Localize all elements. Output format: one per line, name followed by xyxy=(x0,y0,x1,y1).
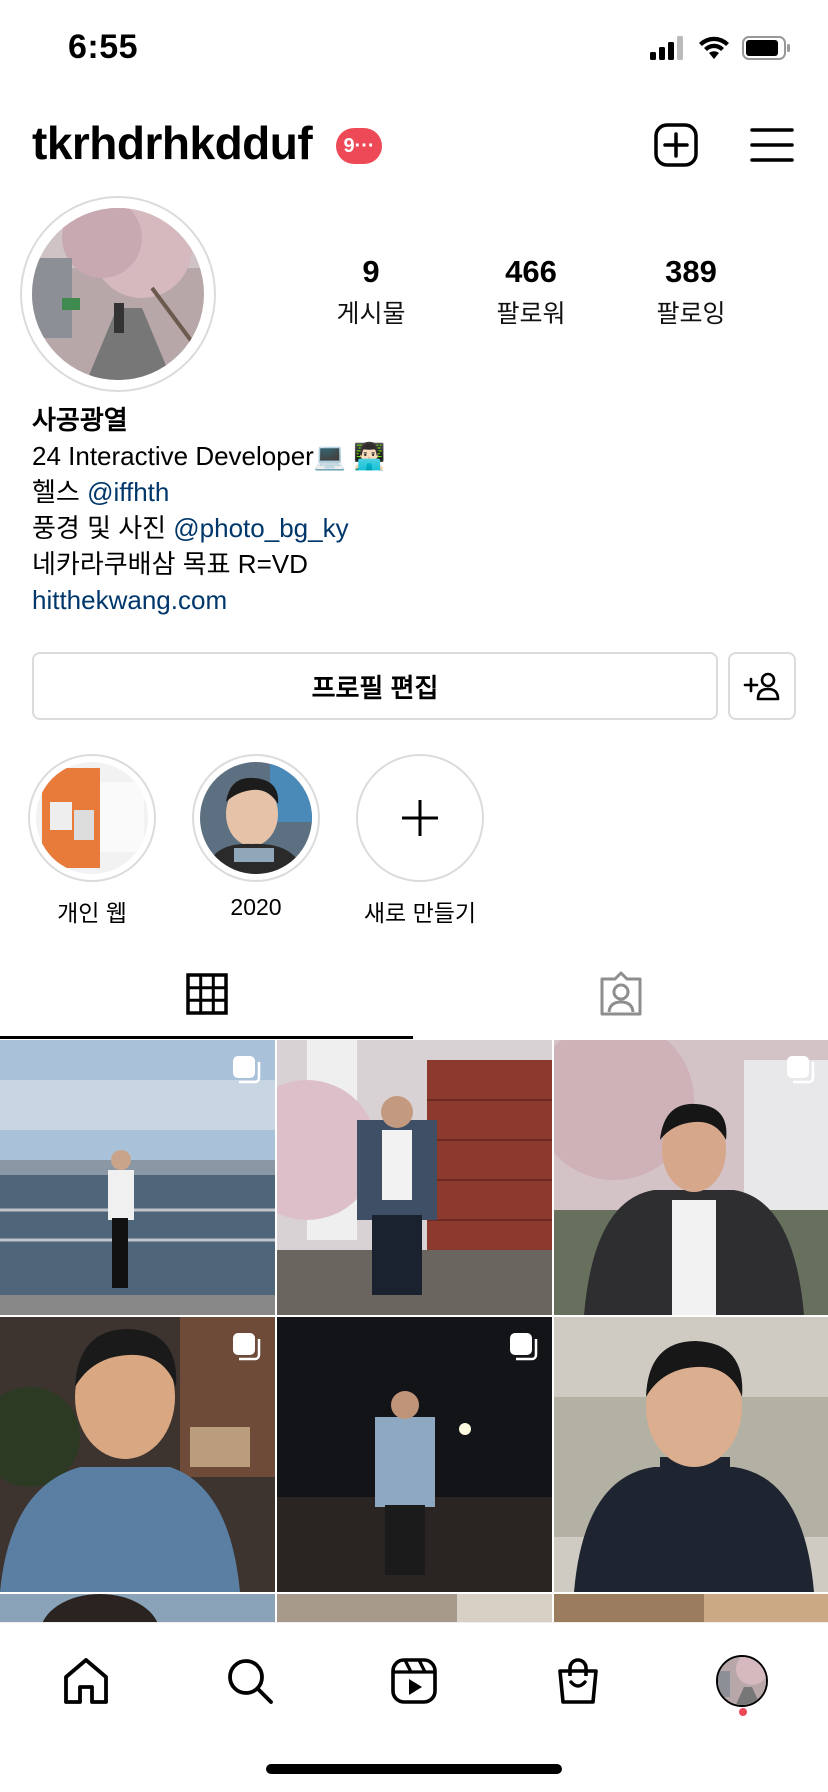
home-icon xyxy=(64,1658,108,1704)
profile-avatar[interactable] xyxy=(20,196,216,392)
post-thumbnail[interactable] xyxy=(0,1317,275,1592)
grid-icon xyxy=(186,973,228,1015)
discover-people-button[interactable] xyxy=(728,652,796,720)
tagged-icon xyxy=(600,971,642,1016)
followers-count: 466 xyxy=(505,254,557,289)
add-post-icon xyxy=(654,123,698,167)
posts-grid xyxy=(0,1040,828,1622)
stat-posts[interactable]: 9 게시물 xyxy=(306,254,436,330)
mention-link-photo[interactable]: @photo_bg_ky xyxy=(173,513,348,543)
nav-reels[interactable] xyxy=(382,1649,446,1713)
active-tab-indicator xyxy=(0,1036,413,1039)
avatar-photo xyxy=(32,208,204,380)
add-user-icon xyxy=(743,672,780,701)
nav-shop[interactable] xyxy=(546,1649,610,1713)
status-time: 6:55 xyxy=(68,28,139,66)
display-name: 사공광열 xyxy=(32,405,128,435)
highlight-new[interactable]: 새로 만들기 xyxy=(355,754,485,928)
highlight-ring xyxy=(28,754,156,882)
profile-tabs xyxy=(0,950,828,1040)
profile-header: tkrhdrhkdduf 9··· xyxy=(0,112,828,182)
edit-profile-button[interactable]: 프로필 편집 xyxy=(32,652,718,720)
highlight-label: 2020 xyxy=(230,894,282,920)
menu-icon xyxy=(750,128,794,162)
highlight-label: 개인 웹 xyxy=(57,900,127,926)
stat-following[interactable]: 389 팔로잉 xyxy=(626,254,756,330)
add-post-button[interactable] xyxy=(651,120,701,170)
bio-line-2-text: 헬스 xyxy=(32,477,88,507)
status-icons xyxy=(650,36,792,60)
multiple-photos-icon xyxy=(510,1333,538,1361)
multiple-photos-icon xyxy=(787,1056,815,1084)
profile-notification-dot xyxy=(739,1708,747,1716)
plus-icon xyxy=(402,800,438,836)
tab-posts-grid[interactable] xyxy=(0,950,414,1038)
highlight-2020[interactable]: 2020 xyxy=(191,754,321,921)
post-thumbnail[interactable] xyxy=(554,1594,828,1622)
search-icon xyxy=(228,1659,273,1704)
signal-icon xyxy=(650,36,683,60)
following-label: 팔로잉 xyxy=(656,300,726,328)
mention-link-iffhth[interactable]: @iffhth xyxy=(87,477,169,507)
post-thumbnail[interactable] xyxy=(554,1040,828,1315)
new-highlight-ring xyxy=(356,754,484,882)
notification-badge[interactable]: 9··· xyxy=(336,128,382,164)
multiple-photos-icon xyxy=(233,1333,261,1361)
bio-line-4: 네카라쿠배삼 목표 R=VD xyxy=(32,549,308,579)
battery-icon xyxy=(742,36,790,60)
home-indicator[interactable] xyxy=(266,1764,562,1774)
nav-search[interactable] xyxy=(218,1649,282,1713)
nav-home[interactable] xyxy=(54,1649,118,1713)
tab-tagged[interactable] xyxy=(414,950,828,1038)
menu-button[interactable] xyxy=(747,120,797,170)
highlight-cover-image xyxy=(200,762,312,874)
following-count: 389 xyxy=(665,254,717,289)
highlight-ring xyxy=(192,754,320,882)
nav-profile[interactable] xyxy=(710,1649,774,1713)
multiple-photos-icon xyxy=(233,1056,261,1084)
website-link[interactable]: hitthekwang.com xyxy=(32,582,386,618)
post-thumbnail[interactable] xyxy=(277,1594,552,1622)
bio-line-1: 24 Interactive Developer💻 👨🏻‍💻 xyxy=(32,441,386,471)
highlight-personal-web[interactable]: 개인 웹 xyxy=(27,754,157,928)
bio-line-3-text: 풍경 및 사진 xyxy=(32,513,174,543)
profile-avatar-small xyxy=(716,1655,768,1707)
shop-icon xyxy=(558,1658,598,1704)
post-thumbnail[interactable] xyxy=(277,1040,552,1315)
followers-label: 팔로워 xyxy=(496,300,566,328)
reels-icon xyxy=(391,1658,437,1704)
highlight-cover-image xyxy=(36,762,148,874)
profile-bio: 사공광열 24 Interactive Developer💻 👨🏻‍💻 헬스 @… xyxy=(32,402,386,618)
post-thumbnail[interactable] xyxy=(277,1317,552,1592)
posts-count: 9 xyxy=(362,254,380,289)
bio-line-3: 풍경 및 사진 @photo_bg_ky xyxy=(32,510,386,546)
wifi-icon xyxy=(699,36,729,59)
post-thumbnail[interactable] xyxy=(0,1594,275,1622)
post-thumbnail[interactable] xyxy=(0,1040,275,1315)
stat-followers[interactable]: 466 팔로워 xyxy=(466,254,596,330)
highlight-label: 새로 만들기 xyxy=(363,900,477,926)
post-thumbnail[interactable] xyxy=(554,1317,828,1592)
username-title[interactable]: tkrhdrhkdduf xyxy=(32,116,313,170)
bio-line-2: 헬스 @iffhth xyxy=(32,474,386,510)
posts-label: 게시물 xyxy=(336,300,406,328)
status-bar: 6:55 xyxy=(0,0,828,100)
